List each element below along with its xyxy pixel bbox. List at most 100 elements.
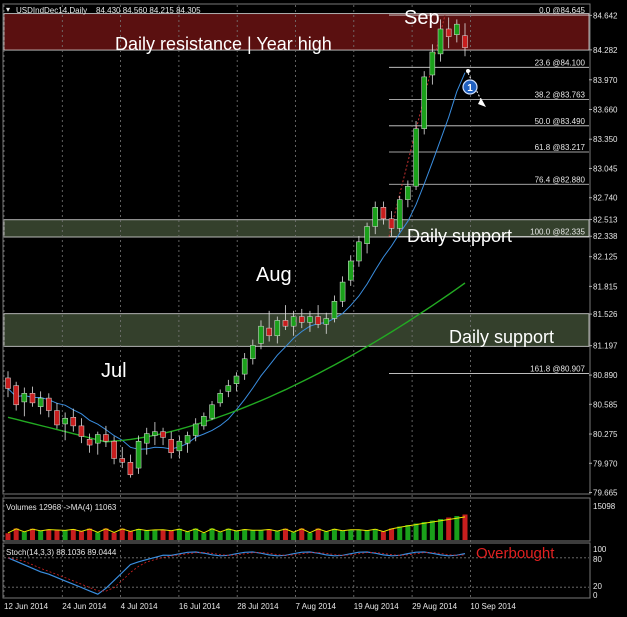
- candle-body-0: [5, 377, 11, 389]
- candles-layer: [5, 17, 468, 478]
- volume-bar-10: [87, 528, 93, 540]
- chart-ohlc-label: 84.430 84.560 84.215 84.305: [96, 6, 201, 15]
- candle-body-48: [396, 199, 403, 229]
- volume-top-tick: 15098: [593, 502, 616, 511]
- x-tick-label-1: 24 Jun 2014: [62, 602, 107, 611]
- candle-body-22: [184, 435, 191, 444]
- volume-panel-label: Volumes 12968 ->MA(4) 11063: [6, 503, 117, 512]
- volume-bar-43: [356, 529, 362, 540]
- month-label-sep: Sep: [404, 7, 440, 29]
- volume-bar-29: [242, 529, 248, 540]
- x-tick-label-7: 29 Aug 2014: [412, 602, 457, 611]
- volume-bar-21: [176, 528, 182, 540]
- month-label-jul: Jul: [101, 360, 127, 382]
- volume-bar-49: [405, 525, 411, 540]
- y-tick-label-8: 82.338: [593, 232, 618, 241]
- support-zone-label-1: Daily support: [407, 226, 512, 246]
- candle-body-39: [323, 318, 330, 325]
- volume-bar-48: [397, 526, 403, 540]
- candle-body-2: [21, 393, 28, 403]
- y-tick-label-1: 84.282: [593, 46, 618, 55]
- candle-body-41: [339, 281, 346, 302]
- volume-bar-30: [250, 529, 256, 540]
- candle-body-37: [307, 316, 313, 323]
- volume-bar-6: [54, 529, 60, 540]
- volume-bar-28: [234, 531, 239, 540]
- candle-body-27: [225, 385, 232, 392]
- volume-bar-51: [421, 522, 427, 540]
- month-label-aug: Aug: [256, 264, 292, 286]
- y-tick-label-5: 83.045: [593, 164, 618, 173]
- fib-label-7: 161.8 @80.907: [530, 364, 585, 373]
- candle-body-44: [364, 226, 370, 244]
- volume-bar-7: [62, 530, 68, 540]
- candle-body-55: [454, 23, 460, 35]
- volume-bar-27: [225, 528, 231, 540]
- slow-ma-line: [7, 282, 466, 443]
- y-tick-label-4: 83.350: [593, 135, 618, 144]
- y-tick-label-17: 79.665: [593, 489, 618, 498]
- volume-bar-52: [429, 520, 435, 540]
- candle-body-49: [405, 185, 411, 200]
- candle-body-9: [78, 425, 85, 437]
- x-tick-label-8: 10 Sep 2014: [470, 602, 516, 611]
- volume-bar-15: [127, 531, 133, 540]
- candle-body-17: [143, 433, 150, 444]
- volume-bar-11: [95, 532, 101, 540]
- y-tick-label-6: 82.740: [593, 194, 618, 203]
- candle-body-50: [413, 128, 419, 187]
- volume-bar-8: [70, 529, 76, 540]
- candle-body-19: [160, 431, 166, 438]
- volume-bar-40: [331, 528, 337, 540]
- volume-bar-0: [5, 533, 11, 540]
- volume-bar-3: [29, 528, 35, 540]
- x-tick-label-5: 7 Aug 2014: [296, 602, 337, 611]
- volume-bar-20: [168, 530, 174, 540]
- marker-1[interactable]: 1: [462, 69, 486, 107]
- volume-bar-5: [46, 529, 52, 540]
- x-tick-label-2: 4 Jul 2014: [121, 602, 158, 611]
- candle-body-38: [315, 316, 321, 325]
- candle-body-36: [299, 316, 305, 323]
- fib-label-1: 23.6 @84.100: [535, 58, 586, 67]
- volume-bar-56: [462, 514, 468, 540]
- price-chart[interactable]: 0.0 @84.645 23.6 @84.100 38.2 @83.763 50.0 …: [0, 0, 627, 617]
- candle-body-12: [103, 434, 109, 442]
- fib-label-3: 50.0 @83.490: [535, 117, 586, 126]
- candle-body-30: [250, 345, 256, 360]
- volume-bar-4: [38, 530, 44, 540]
- candle-body-26: [217, 393, 223, 404]
- candle-body-16: [135, 440, 142, 469]
- volume-bar-50: [413, 523, 419, 540]
- moving-averages-layer: [7, 72, 466, 450]
- volume-bar-39: [323, 531, 329, 540]
- volume-bar-14: [119, 528, 125, 540]
- candle-body-40: [331, 301, 338, 319]
- candle-body-24: [201, 416, 207, 427]
- candle-body-6: [54, 410, 60, 426]
- candle-body-42: [348, 260, 354, 281]
- candle-body-33: [274, 320, 281, 337]
- y-tick-label-15: 80.275: [593, 430, 618, 439]
- candle-body-21: [176, 440, 183, 452]
- volume-bar-26: [217, 532, 223, 540]
- marker-start-dot: [466, 69, 470, 73]
- fib-label-5: 76.4 @82.880: [535, 175, 586, 184]
- fib-label-0: 0.0 @84.645: [539, 6, 585, 15]
- y-tick-label-0: 84.642: [593, 11, 618, 20]
- fib-label-2: 38.2 @83.763: [535, 91, 586, 100]
- y-axis-layer: 84.642 84.282 83.970 83.660 83.350 83.045 82.7…: [589, 11, 618, 498]
- fib-label-6: 100.0 @82.335: [530, 228, 585, 237]
- y-tick-label-9: 82.125: [593, 253, 618, 262]
- candle-body-23: [192, 423, 199, 436]
- candle-body-51: [421, 76, 427, 129]
- candle-body-7: [62, 417, 68, 425]
- y-tick-label-16: 79.970: [593, 459, 618, 468]
- volume-bar-54: [446, 517, 452, 540]
- y-tick-label-7: 82.513: [593, 215, 618, 224]
- symbol-triangle-icon: ▾: [6, 5, 10, 14]
- volume-ma-line: [7, 516, 466, 534]
- candle-body-34: [282, 320, 289, 327]
- chart-symbol-label: USDIndDec14,Daily: [16, 6, 87, 15]
- y-tick-label-12: 81.197: [593, 342, 618, 351]
